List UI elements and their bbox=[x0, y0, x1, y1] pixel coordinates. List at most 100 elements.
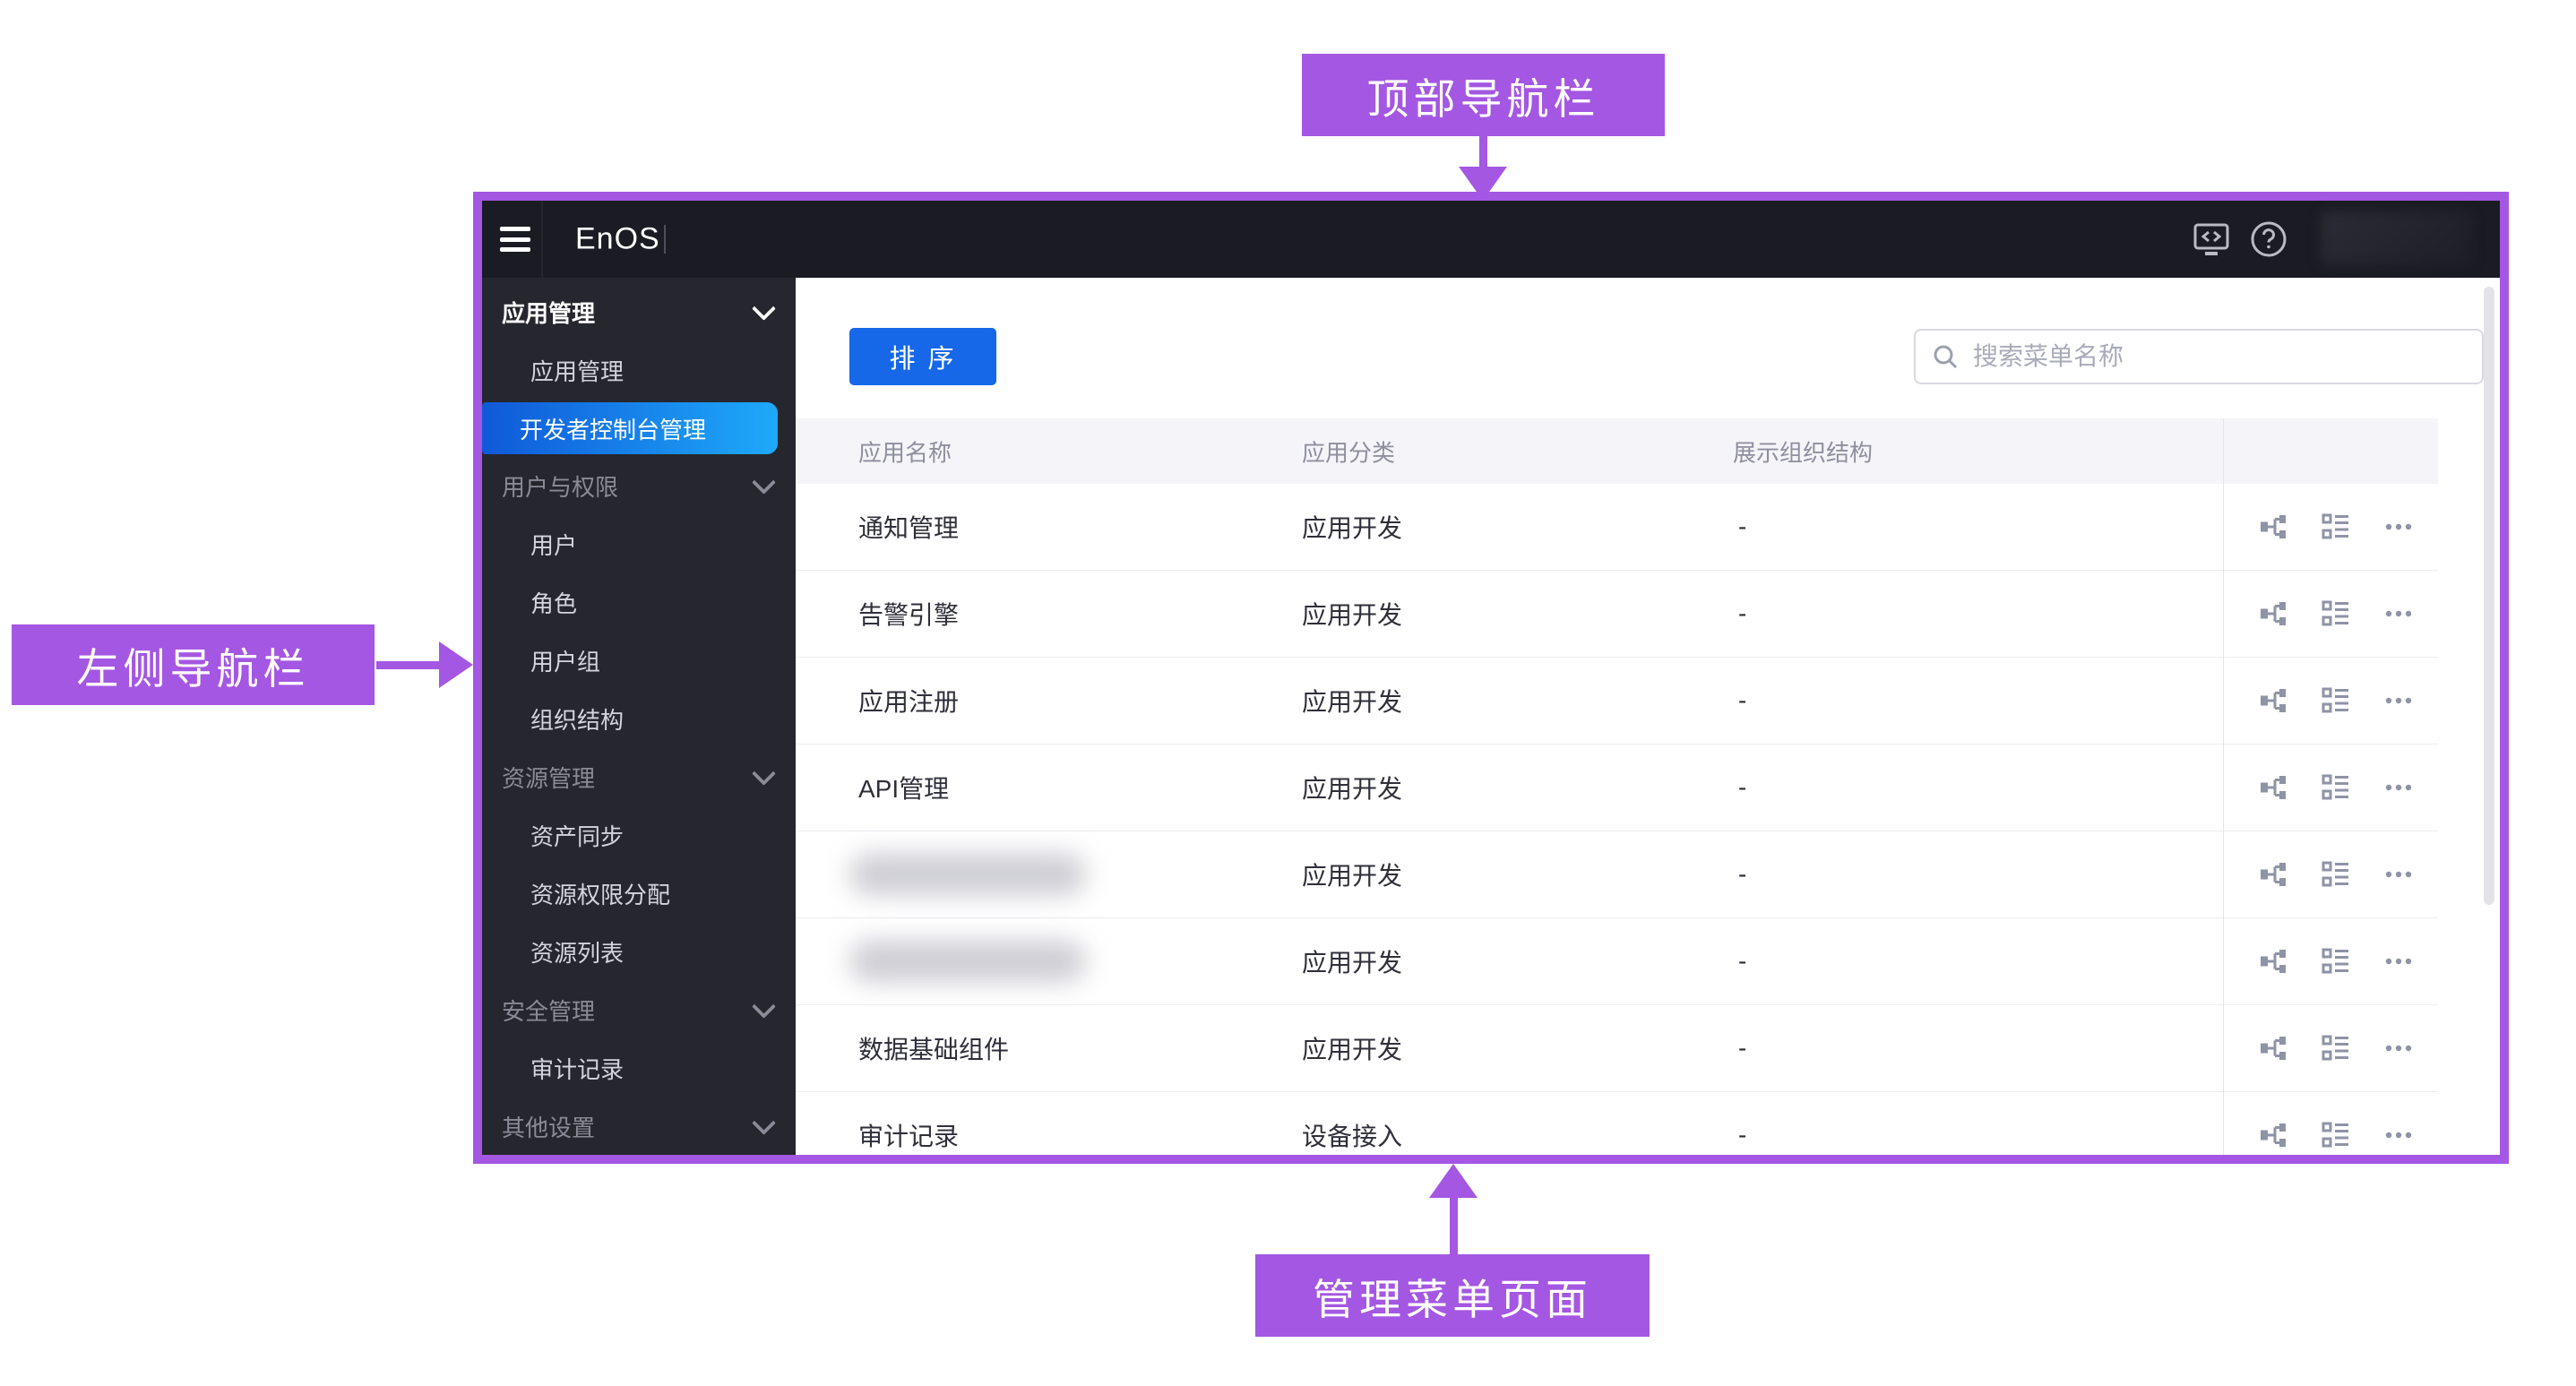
annotation-bottom-arrow-stem bbox=[1450, 1193, 1458, 1254]
chevron-down-icon bbox=[752, 994, 776, 1019]
sidebar-item-label: 资源权限分配 bbox=[530, 877, 670, 910]
sidebar-item-开发者控制台管理[interactable]: 开发者控制台管理 bbox=[482, 402, 778, 454]
org-structure-icon[interactable] bbox=[2258, 946, 2288, 977]
console-monitor-icon[interactable] bbox=[2190, 218, 2233, 261]
sidebar-item-应用管理[interactable]: 应用管理 bbox=[482, 341, 796, 400]
more-icon[interactable] bbox=[2383, 1033, 2414, 1063]
sidebar-item-资产同步[interactable]: 资产同步 bbox=[482, 806, 796, 865]
menu-list-icon[interactable] bbox=[2321, 685, 2351, 716]
org-structure-icon[interactable] bbox=[2258, 859, 2288, 890]
annotation-top-navbar: 顶部导航栏 bbox=[1302, 54, 1665, 136]
annotation-top-arrow-stem bbox=[1479, 136, 1487, 168]
cell-app-name: 应用注册 bbox=[858, 683, 959, 719]
vertical-scrollbar[interactable] bbox=[2484, 287, 2494, 905]
row-actions bbox=[2258, 685, 2414, 716]
sidebar-section-资源管理[interactable]: 资源管理 bbox=[482, 748, 796, 806]
table-row: 应用开发- bbox=[796, 918, 2438, 1005]
top-navbar: EnOS bbox=[482, 201, 2500, 278]
sidebar-section-应用管理[interactable]: 应用管理 bbox=[482, 283, 796, 341]
menu-list-icon[interactable] bbox=[2321, 772, 2351, 803]
sidebar-item-label: 应用管理 bbox=[530, 354, 624, 387]
navbar-divider bbox=[541, 201, 543, 278]
sidebar-item-资源权限分配[interactable]: 资源权限分配 bbox=[482, 865, 796, 923]
search-icon bbox=[1932, 343, 1959, 370]
sidebar-section-用户与权限[interactable]: 用户与权限 bbox=[482, 457, 796, 515]
table-row: 应用开发- bbox=[796, 831, 2438, 918]
action-column-divider bbox=[2223, 418, 2224, 1155]
row-actions bbox=[2258, 1033, 2414, 1063]
more-icon[interactable] bbox=[2383, 512, 2414, 542]
menu-list-icon[interactable] bbox=[2321, 1120, 2351, 1150]
menu-list-icon[interactable] bbox=[2321, 1033, 2351, 1063]
enos-logo: EnOS bbox=[575, 222, 660, 257]
org-structure-icon[interactable] bbox=[2258, 512, 2288, 542]
row-actions bbox=[2258, 859, 2414, 890]
menu-list-icon[interactable] bbox=[2321, 598, 2351, 629]
header-app-name: 应用名称 bbox=[858, 435, 952, 468]
more-icon[interactable] bbox=[2383, 946, 2414, 977]
sidebar-item-角色[interactable]: 角色 bbox=[482, 573, 796, 632]
sidebar-item-label: 审计记录 bbox=[530, 1052, 624, 1085]
sidebar-item-组织结构[interactable]: 组织结构 bbox=[482, 690, 796, 748]
cell-app-name: 通知管理 bbox=[858, 509, 959, 545]
screenshot-frame: EnOS 应用管理应用管理开发者控制台管理用户与权限用户角色用 bbox=[473, 192, 2509, 1164]
table-row: 通知管理应用开发- bbox=[796, 484, 2438, 571]
sidebar-section-安全管理[interactable]: 安全管理 bbox=[482, 981, 796, 1039]
more-icon[interactable] bbox=[2383, 772, 2414, 803]
cell-org-structure: - bbox=[1738, 1121, 1746, 1149]
more-icon[interactable] bbox=[2383, 859, 2414, 890]
cell-app-category: 应用开发 bbox=[1302, 683, 1402, 719]
menu-list-icon[interactable] bbox=[2321, 946, 2351, 977]
sidebar-item-label: 资源管理 bbox=[502, 761, 595, 794]
cell-app-name: API管理 bbox=[858, 770, 949, 805]
sidebar-item-label: 开发者控制台管理 bbox=[520, 412, 706, 445]
org-structure-icon[interactable] bbox=[2258, 1120, 2288, 1150]
more-icon[interactable] bbox=[2383, 685, 2414, 716]
menu-list-icon[interactable] bbox=[2321, 859, 2351, 890]
redacted-app-name bbox=[849, 854, 1086, 895]
sort-button[interactable]: 排 序 bbox=[849, 328, 996, 385]
more-icon[interactable] bbox=[2383, 1120, 2414, 1150]
chevron-down-icon bbox=[752, 470, 776, 495]
cell-org-structure: - bbox=[1738, 599, 1746, 628]
cell-org-structure: - bbox=[1738, 773, 1746, 802]
table-row: 审计记录设备接入- bbox=[796, 1092, 2438, 1155]
org-structure-icon[interactable] bbox=[2258, 685, 2288, 716]
sidebar-item-label: 用户 bbox=[530, 528, 577, 561]
table-row: 数据基础组件应用开发- bbox=[796, 1005, 2438, 1092]
chevron-down-icon bbox=[752, 297, 776, 321]
hamburger-menu-icon[interactable] bbox=[500, 227, 530, 252]
sidebar-item-label: 组织结构 bbox=[530, 702, 624, 736]
page: 顶部导航栏 左侧导航栏 管理菜单页面 EnOS bbox=[0, 0, 2576, 1386]
org-structure-icon[interactable] bbox=[2258, 598, 2288, 629]
logo-divider bbox=[664, 225, 666, 254]
sidebar-item-用户组[interactable]: 用户组 bbox=[482, 632, 796, 690]
annotation-left-arrow-stem bbox=[376, 661, 441, 669]
help-icon[interactable] bbox=[2247, 218, 2290, 261]
sidebar-section-其他设置[interactable]: 其他设置 bbox=[482, 1098, 796, 1155]
cell-org-structure: - bbox=[1738, 1034, 1746, 1063]
sidebar-item-label: 其他设置 bbox=[502, 1110, 595, 1143]
more-icon[interactable] bbox=[2383, 598, 2414, 629]
row-actions bbox=[2258, 1120, 2414, 1150]
chevron-down-icon bbox=[752, 762, 776, 786]
sidebar-item-label: 角色 bbox=[530, 586, 577, 619]
cell-org-structure: - bbox=[1738, 860, 1746, 889]
annotation-menu-page: 管理菜单页面 bbox=[1255, 1254, 1650, 1337]
sidebar-item-资源列表[interactable]: 资源列表 bbox=[482, 923, 796, 981]
cell-org-structure: - bbox=[1738, 686, 1746, 715]
cell-app-name: 告警引擎 bbox=[858, 596, 959, 632]
cell-app-category: 设备接入 bbox=[1302, 1117, 1402, 1153]
search-box[interactable] bbox=[1914, 329, 2484, 384]
annotation-left-arrow-head bbox=[439, 641, 473, 688]
search-input[interactable] bbox=[1971, 341, 2466, 372]
menu-list-icon[interactable] bbox=[2321, 512, 2351, 542]
sidebar-item-审计记录[interactable]: 审计记录 bbox=[482, 1039, 796, 1098]
redacted-app-name bbox=[849, 941, 1086, 982]
org-structure-icon[interactable] bbox=[2258, 772, 2288, 803]
sidebar-item-用户[interactable]: 用户 bbox=[482, 515, 796, 573]
user-account-redacted[interactable] bbox=[2321, 211, 2471, 265]
sidebar-item-label: 资产同步 bbox=[530, 819, 624, 852]
org-structure-icon[interactable] bbox=[2258, 1033, 2288, 1063]
cell-app-category: 应用开发 bbox=[1302, 943, 1402, 979]
